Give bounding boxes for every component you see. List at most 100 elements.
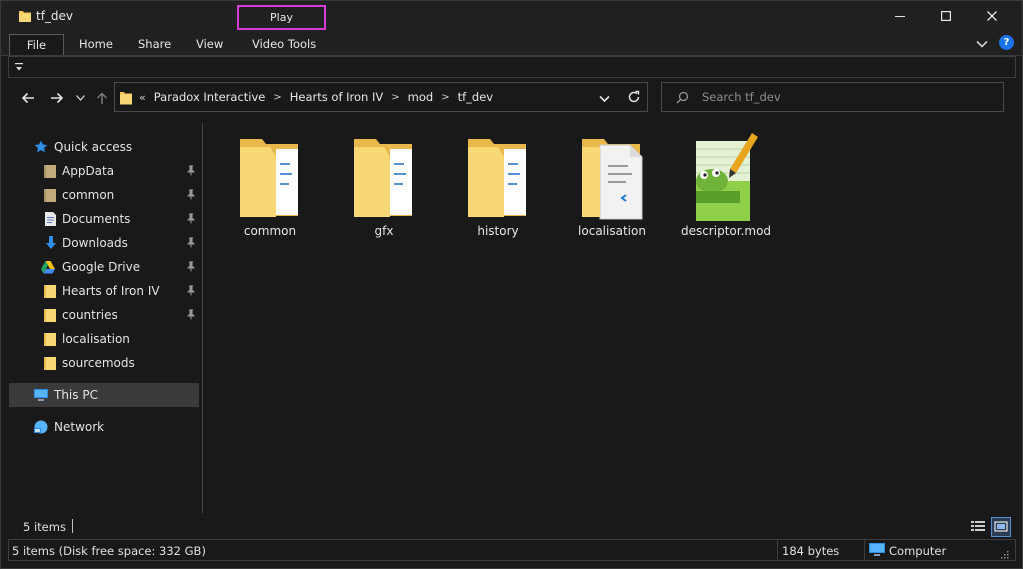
- tab-file[interactable]: File: [9, 34, 64, 55]
- address-history-chevron-icon[interactable]: [599, 92, 610, 106]
- address-bar[interactable]: « Paradox Interactive > Hearts of Iron I…: [114, 82, 648, 112]
- search-icon: [676, 91, 689, 107]
- nav-this-pc[interactable]: This PC: [9, 383, 199, 407]
- file-name: gfx: [374, 224, 394, 238]
- file-tile-history[interactable]: history: [448, 129, 548, 245]
- folder-icon: [43, 355, 59, 371]
- pin-icon[interactable]: [186, 165, 196, 179]
- pin-icon[interactable]: [186, 261, 196, 275]
- nav-label: Network: [54, 420, 105, 434]
- pin-icon[interactable]: [186, 237, 196, 251]
- help-icon[interactable]: ?: [999, 35, 1014, 50]
- google-drive-icon: [40, 259, 56, 275]
- status-divider: [777, 540, 778, 560]
- play-context-tab[interactable]: Play: [237, 5, 326, 30]
- nav-label: This PC: [54, 388, 98, 402]
- folder-icon: [43, 331, 59, 347]
- file-name: common: [243, 224, 297, 238]
- title-bar[interactable]: tf_dev Play: [1, 1, 1022, 31]
- pin-icon[interactable]: [186, 189, 196, 203]
- maximize-button[interactable]: [923, 1, 969, 31]
- folder-icon: [43, 187, 59, 203]
- quick-access-toolbar: [8, 56, 1016, 78]
- pin-icon[interactable]: [186, 285, 196, 299]
- back-button[interactable]: [19, 89, 37, 107]
- search-input[interactable]: [702, 89, 992, 105]
- pane-splitter[interactable]: [202, 123, 203, 513]
- breadcrumb-overflow[interactable]: «: [139, 91, 146, 104]
- star-icon: [33, 139, 49, 155]
- customize-toolbar-icon[interactable]: [12, 59, 26, 74]
- documents-icon: [43, 211, 59, 227]
- forward-button[interactable]: [48, 89, 66, 107]
- breadcrumb-separator[interactable]: >: [273, 92, 281, 103]
- close-button[interactable]: [969, 1, 1015, 31]
- tab-share[interactable]: Share: [138, 34, 171, 55]
- file-name: descriptor.mod: [680, 224, 772, 238]
- explorer-window: tf_dev Play File Home Share View Video T…: [0, 0, 1023, 569]
- breadcrumb-paradox-interactive[interactable]: Paradox Interactive: [154, 90, 266, 104]
- navigation-pane: Quick access AppData common Documents Do…: [1, 123, 202, 513]
- folder-icon: [119, 90, 133, 109]
- download-arrow-icon: [43, 235, 59, 251]
- status-size: 184 bytes: [782, 544, 840, 558]
- nav-item-sourcemods[interactable]: sourcemods: [9, 351, 199, 375]
- breadcrumb-separator[interactable]: >: [391, 92, 399, 103]
- file-tile-common[interactable]: common: [220, 129, 320, 245]
- computer-icon: [33, 387, 49, 403]
- nav-label: Documents: [62, 212, 131, 226]
- ribbon-tabs: File Home Share View Video Tools ?: [1, 31, 1022, 56]
- nav-label: Quick access: [54, 140, 133, 154]
- folder-vscode-icon: [582, 133, 644, 221]
- minimize-button[interactable]: [877, 1, 923, 31]
- nav-label: common: [62, 188, 115, 202]
- nav-item-google-drive[interactable]: Google Drive: [9, 255, 199, 279]
- nav-item-countries[interactable]: countries: [9, 303, 199, 327]
- large-icons-view-icon[interactable]: [991, 517, 1011, 537]
- resize-grip-icon[interactable]: [999, 548, 1009, 562]
- nav-item-appdata[interactable]: AppData: [9, 159, 199, 183]
- nav-label: countries: [62, 308, 118, 322]
- expand-ribbon-chevron-icon[interactable]: [976, 37, 988, 51]
- breadcrumb-tf-dev[interactable]: tf_dev: [458, 90, 494, 104]
- pin-icon[interactable]: [186, 213, 196, 227]
- network-icon: [33, 419, 49, 435]
- folder-icon: [43, 283, 59, 299]
- status-divider: [72, 519, 73, 533]
- breadcrumb-mod[interactable]: mod: [408, 90, 434, 104]
- file-name: history: [477, 224, 519, 238]
- item-count: 5 items: [23, 520, 66, 534]
- nav-quick-access[interactable]: Quick access: [9, 135, 199, 159]
- folder-icon: [468, 133, 530, 221]
- up-button[interactable]: [93, 89, 111, 107]
- tab-video-tools[interactable]: Video Tools: [252, 34, 316, 55]
- tab-home[interactable]: Home: [79, 34, 113, 55]
- recent-locations-chevron-icon[interactable]: [73, 89, 87, 107]
- details-view-icon[interactable]: [970, 519, 986, 535]
- status-bar: 5 items (Disk free space: 332 GB) 184 by…: [8, 539, 1016, 561]
- status-location: Computer: [889, 544, 947, 558]
- breadcrumb-hearts-of-iron-iv[interactable]: Hearts of Iron IV: [290, 90, 384, 104]
- breadcrumb: « Paradox Interactive > Hearts of Iron I…: [139, 90, 493, 104]
- file-name: localisation: [578, 224, 646, 238]
- folder-icon: [43, 163, 59, 179]
- folder-icon: [240, 133, 302, 221]
- nav-item-hearts-of-iron-iv[interactable]: Hearts of Iron IV: [9, 279, 199, 303]
- file-tile-localisation[interactable]: localisation: [562, 129, 662, 245]
- nav-item-downloads[interactable]: Downloads: [9, 231, 199, 255]
- breadcrumb-separator[interactable]: >: [441, 92, 449, 103]
- nav-item-common[interactable]: common: [9, 183, 199, 207]
- nav-label: AppData: [62, 164, 115, 178]
- tab-view[interactable]: View: [196, 34, 223, 55]
- file-tile-descriptor-mod[interactable]: descriptor.mod: [676, 129, 776, 245]
- nav-label: Google Drive: [62, 260, 141, 274]
- file-tile-gfx[interactable]: gfx: [334, 129, 434, 245]
- refresh-icon[interactable]: [627, 90, 641, 107]
- pin-icon[interactable]: [186, 309, 196, 323]
- nav-item-documents[interactable]: Documents: [9, 207, 199, 231]
- computer-icon: [869, 543, 885, 560]
- nav-item-localisation[interactable]: localisation: [9, 327, 199, 351]
- search-box[interactable]: [661, 82, 1004, 112]
- nav-network[interactable]: Network: [9, 415, 199, 439]
- nav-label: Hearts of Iron IV: [62, 284, 160, 298]
